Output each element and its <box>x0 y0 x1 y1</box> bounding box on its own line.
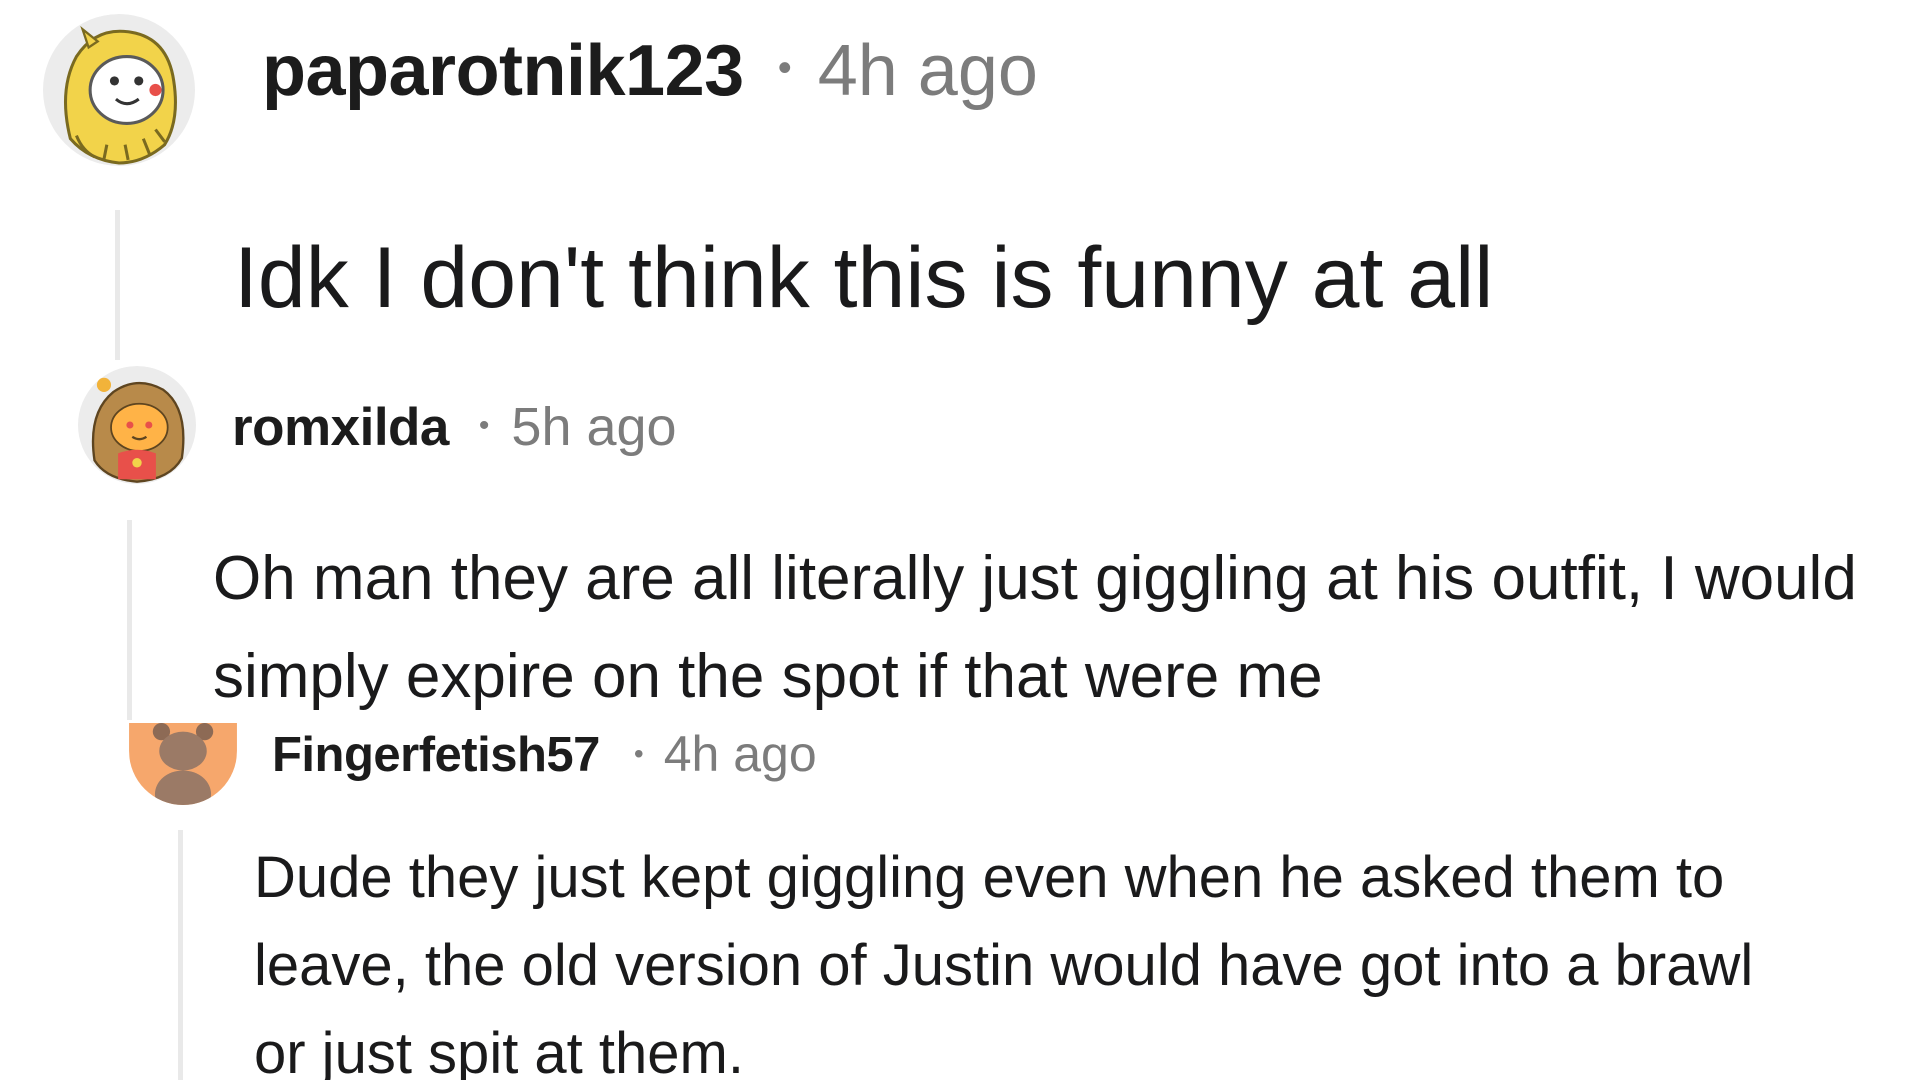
avatar-graphic <box>78 366 196 484</box>
thread-line[interactable] <box>127 520 132 720</box>
timestamp: 4h ago <box>663 726 817 782</box>
separator-dot: • <box>633 738 644 769</box>
avatar-graphic <box>129 723 237 805</box>
thread-line[interactable] <box>178 830 183 1080</box>
comment-body: Oh man they are all literally just giggl… <box>213 544 1857 711</box>
separator-dot: • <box>777 46 792 90</box>
username-link[interactable]: romxilda <box>232 397 449 458</box>
comment-body: Dude they just kept giggling even when h… <box>254 845 1754 1080</box>
timestamp: 4h ago <box>817 31 1038 111</box>
orange-haired-snoo-avatar-icon[interactable] <box>76 366 198 484</box>
username-link[interactable]: paparotnik123 <box>262 30 744 112</box>
comment-meta: paparotnik123 • 4h ago <box>262 30 1038 112</box>
thread-line[interactable] <box>115 210 120 360</box>
yellow-lion-hood-avatar-icon[interactable] <box>40 14 198 166</box>
separator-dot: • <box>478 409 490 442</box>
avatar-graphic <box>43 14 195 166</box>
comment-meta: Fingerfetish57 • 4h ago <box>272 725 817 783</box>
timestamp: 5h ago <box>511 397 677 457</box>
peach-default-snoo-avatar-icon[interactable] <box>129 723 237 805</box>
comment-meta: romxilda • 5h ago <box>232 396 677 458</box>
comment-body: Idk I don't think this is funny at all <box>234 230 1494 326</box>
username-link[interactable]: Fingerfetish57 <box>272 727 600 783</box>
